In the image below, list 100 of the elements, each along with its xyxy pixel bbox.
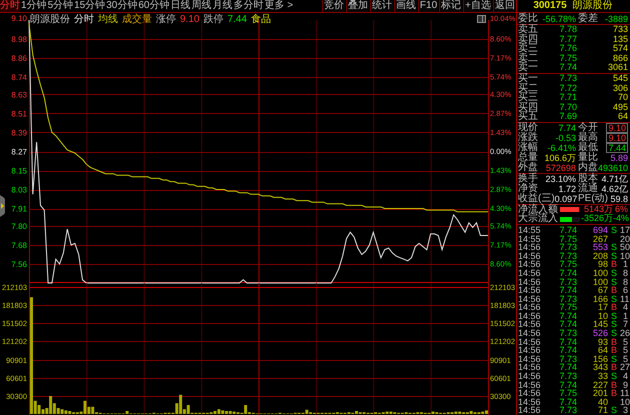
tick-volume: 98 [598, 260, 608, 269]
tick-volume: 33 [596, 372, 608, 381]
trade-side-label: S [610, 243, 618, 252]
trade-side-label: B [610, 389, 618, 398]
field-label: 外盘 [518, 162, 538, 173]
order-price: 7.71 [558, 93, 577, 103]
axis-label: 8.03 [11, 186, 27, 195]
axis-label: 8.74 [11, 73, 27, 82]
tick-count: 5 [622, 346, 628, 355]
trade-side-label: S [610, 406, 618, 415]
order-price: 7.69 [558, 112, 577, 122]
trade-side-label: S [610, 226, 618, 235]
tick-time: 14:56 [518, 380, 542, 390]
axis-label: 8.86 [11, 54, 27, 64]
order-price: 7.77 [558, 34, 577, 44]
field-label: 净流入额 [518, 204, 558, 214]
order-volume: 733 [612, 25, 628, 35]
field-value: 23.10% [545, 174, 576, 184]
trade-side-label: B [610, 346, 618, 355]
trade-side-label: S [610, 354, 618, 364]
tick-volume: 156 [592, 354, 608, 364]
tick-price: 7.74 [558, 226, 577, 235]
trade-side-label: B [610, 363, 618, 372]
field-value: 0.097 [554, 194, 578, 204]
tick-count: 10 [620, 398, 630, 406]
tick-count: 9 [622, 380, 628, 390]
tick-time: 14:55 [518, 226, 542, 235]
field-value: -3526万 [580, 214, 613, 224]
field-label: 收益(三) [518, 194, 555, 204]
field-value: -3889 [604, 14, 628, 24]
tick-volume: 67 [596, 286, 608, 295]
tick-time: 14:56 [518, 389, 542, 398]
tick-volume: 694 [592, 226, 608, 235]
field-label: 净资 [518, 184, 538, 194]
field-value: 5143万 [584, 204, 613, 214]
tick-time: 14:56 [518, 260, 542, 269]
order-level-label: 卖二 [518, 54, 539, 64]
order-level-label: 卖四 [518, 34, 539, 44]
tick-volume: 201 [592, 389, 608, 398]
trade-side-label: B [610, 338, 618, 346]
tick-price: 7.73 [558, 252, 577, 260]
tick-price: 7.74 [558, 320, 577, 330]
trade-side-label: B [610, 286, 618, 295]
tick-price: 7.73 [558, 329, 577, 338]
tick-count: 10 [620, 252, 630, 260]
order-volume: 135 [612, 34, 628, 44]
field-value: 7.44 [606, 142, 628, 153]
tick-time: 14:56 [518, 372, 542, 381]
chart-mode-label: 分时 [74, 14, 94, 24]
field-label: 现价 [518, 122, 538, 133]
trade-side-label: S [610, 278, 618, 286]
tick-count: 1 [622, 312, 628, 320]
tick-price: 7.75 [558, 260, 577, 269]
tick-price: 7.75 [558, 389, 577, 398]
trade-side-label: S [610, 372, 618, 381]
tick-count: 11 [620, 294, 630, 304]
tick-volume: 100 [592, 268, 608, 278]
tick-price: 7.73 [558, 294, 577, 304]
trade-side-label: S [610, 312, 618, 320]
order-price: 7.76 [558, 44, 577, 54]
field-value: 6% [614, 204, 628, 214]
order-level-label: 买四 [518, 102, 539, 112]
field-value: 4.62亿 [601, 184, 628, 194]
tick-time: 14:56 [518, 243, 542, 252]
order-price: 7.73 [558, 74, 577, 84]
tick-price: 7.73 [558, 354, 577, 364]
axis-label: 8.51 [11, 109, 27, 118]
tick-time: 14:56 [518, 329, 542, 338]
order-price: 7.72 [558, 84, 577, 94]
tick-count: 4 [622, 303, 628, 312]
tick-price: 7.74 [558, 268, 577, 278]
trade-side-label: S [610, 320, 618, 330]
tick-volume: 343 [592, 363, 608, 372]
tick-time: 14:56 [518, 320, 542, 330]
axis-label: 7.68 [11, 240, 27, 250]
tick-count: 26 [620, 329, 630, 338]
tick-volume: 208 [592, 252, 608, 260]
tick-volume: 526 [592, 329, 608, 338]
field-value: 4.71亿 [601, 174, 628, 184]
tick-count: 11 [620, 389, 630, 398]
tick-volume: 100 [592, 278, 608, 286]
tick-price: 7.74 [558, 398, 577, 406]
tick-price: 7.73 [558, 406, 577, 415]
axis-label: 7.80 [11, 222, 27, 231]
tick-time: 14:56 [518, 406, 542, 415]
tick-count: 8 [622, 268, 628, 278]
axis-label: 7.56 [11, 260, 27, 269]
field-value: 1.72 [558, 184, 576, 194]
stock-name: 朗源股份 [30, 14, 70, 24]
field-label: 股本 [578, 174, 598, 184]
order-price: 7.75 [558, 54, 577, 64]
sector-label: 食品 [250, 14, 271, 24]
tick-count: 5 [622, 338, 628, 346]
field-value: 9.10 [606, 132, 628, 143]
trade-side-label: B [610, 380, 618, 390]
trade-side-label: B [610, 260, 618, 269]
tick-volume: 145 [592, 320, 608, 330]
order-level-label: 买三 [518, 93, 539, 103]
axis-label: 9.10 [10, 14, 27, 24]
tick-price: 7.74 [558, 338, 577, 346]
